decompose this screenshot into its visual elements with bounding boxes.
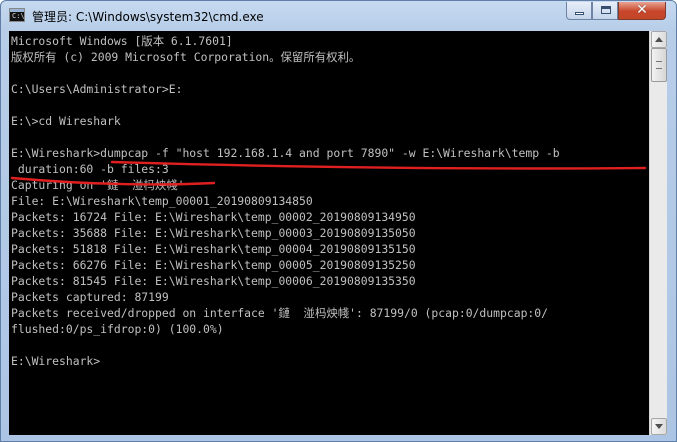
console-line: Packets: 16724 File: E:\Wireshark\temp_0… — [11, 210, 416, 224]
console-line: 版权所有 (c) 2009 Microsoft Corporation。保留所有… — [11, 50, 361, 64]
window-title: 管理员: C:\Windows\system32\cmd.exe — [32, 10, 264, 24]
console-line: Packets: 81545 File: E:\Wireshark\temp_0… — [11, 274, 416, 288]
vertical-scrollbar[interactable] — [649, 31, 667, 435]
minimize-button[interactable] — [566, 2, 592, 20]
title-bar[interactable]: C:\ 管理员: C:\Windows\system32\cmd.exe ✕ — [1, 1, 676, 31]
cmd-icon[interactable]: C:\ — [9, 8, 25, 22]
scroll-thumb[interactable] — [651, 48, 667, 82]
close-icon: ✕ — [636, 2, 648, 18]
console-line: Packets: 35688 File: E:\Wireshark\temp_0… — [11, 226, 416, 240]
arrow-up-icon — [655, 37, 663, 42]
scroll-up-button[interactable] — [651, 31, 667, 48]
console-line: Packets captured: 87199 — [11, 290, 169, 304]
console-line: Packets received/dropped on interface '鏈… — [11, 306, 548, 320]
console-line: Packets: 66276 File: E:\Wireshark\temp_0… — [11, 258, 416, 272]
arrow-down-icon — [655, 424, 663, 429]
scroll-down-button[interactable] — [651, 418, 667, 435]
console-line: duration:60 -b files:3 — [11, 162, 169, 176]
console-line: Capturing on '鏈 湴杩炴帴' — [11, 178, 185, 192]
console-line: E:\Wireshark>dumpcap -f "host 192.168.1.… — [11, 146, 560, 160]
console-line: flushed:0/ps_ifdrop:0) (100.0%) — [11, 322, 224, 336]
cmd-window: C:\ 管理员: C:\Windows\system32\cmd.exe ✕ M… — [0, 0, 677, 442]
maximize-icon — [601, 6, 611, 14]
console-line: Packets: 51818 File: E:\Wireshark\temp_0… — [11, 242, 416, 256]
close-button[interactable]: ✕ — [618, 2, 666, 20]
console-line: E:\>cd Wireshark — [11, 114, 121, 128]
minimize-icon — [575, 12, 584, 15]
maximize-button[interactable] — [592, 2, 618, 20]
console-text: Microsoft Windows [版本 6.1.7601] 版权所有 (c)… — [9, 31, 649, 369]
console-line: E:\Wireshark> — [11, 354, 101, 368]
console-line: C:\Users\Administrator>E: — [11, 82, 183, 96]
console-line: Microsoft Windows [版本 6.1.7601] — [11, 34, 233, 48]
console-line: File: E:\Wireshark\temp_00001_2019080913… — [11, 194, 313, 208]
console-output[interactable]: Microsoft Windows [版本 6.1.7601] 版权所有 (c)… — [9, 31, 649, 435]
